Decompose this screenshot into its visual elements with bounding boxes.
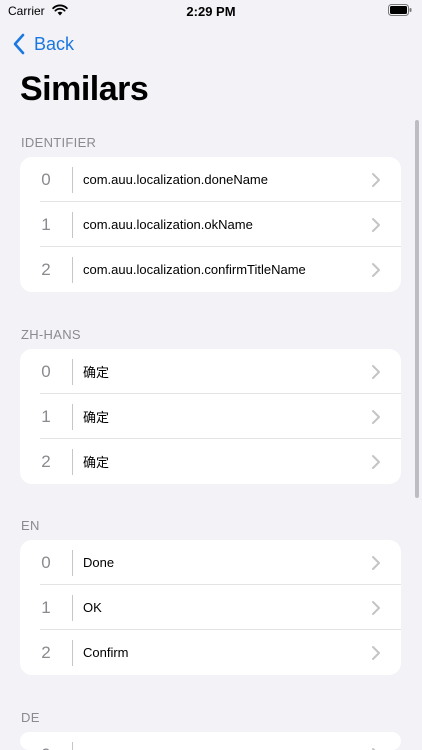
chevron-right-icon [372, 454, 380, 469]
section-header-en: EN [21, 518, 40, 533]
back-label: Back [34, 33, 75, 54]
list-item[interactable]: 0 确定 [20, 349, 401, 394]
row-divider [72, 639, 73, 666]
list-card: 0 Done 1 OK 2 Confirm [20, 540, 401, 675]
list-item[interactable]: 0 Done [20, 540, 401, 585]
status-bar: Carrier 2:29 PM [0, 0, 422, 24]
chevron-right-icon [372, 409, 380, 424]
back-button[interactable]: Back [12, 30, 74, 58]
list-item[interactable]: 1 确定 [20, 394, 401, 439]
row-text: com.auu.localization.doneName [83, 172, 268, 187]
section-header-zh-hans: ZH-HANS [21, 327, 81, 342]
section-header-identifier: IDENTIFIER [21, 135, 97, 150]
row-index: 0 [41, 552, 51, 572]
list-item[interactable]: 0 [20, 732, 401, 750]
battery-icon [388, 4, 412, 16]
list-item[interactable]: 2 com.auu.localization.confirmTitleName [20, 247, 401, 292]
row-index: 0 [41, 361, 51, 381]
row-index: 1 [41, 597, 51, 617]
row-text: 确定 [83, 365, 110, 380]
row-index: 2 [41, 642, 51, 662]
row-index: 2 [41, 259, 51, 279]
row-divider [72, 358, 73, 385]
row-text: Done [83, 555, 115, 570]
row-index: 1 [41, 406, 51, 426]
list-item[interactable]: 2 Confirm [20, 630, 401, 675]
list-item[interactable]: 1 com.auu.localization.okName [20, 202, 401, 247]
row-text: Confirm [83, 645, 129, 660]
row-index: 2 [41, 451, 51, 471]
list-card: 0 com.auu.localization.doneName 1 com.au… [20, 157, 401, 292]
row-text: OK [83, 600, 102, 615]
chevron-right-icon [372, 600, 380, 615]
row-divider [72, 256, 73, 283]
back-chevron-icon [13, 33, 25, 55]
chevron-right-icon [372, 217, 380, 232]
row-divider [72, 549, 73, 576]
section-header-de: DE [21, 710, 40, 725]
row-text: 确定 [83, 410, 110, 425]
chevron-right-icon [372, 364, 380, 379]
chevron-right-icon [372, 747, 376, 750]
row-index: 1 [41, 214, 51, 234]
list-item[interactable]: 2 确定 [20, 439, 401, 484]
row-text: com.auu.localization.okName [83, 217, 253, 232]
row-index: 0 [41, 169, 51, 189]
page-title: Similars [20, 70, 149, 108]
row-index: 0 [20, 745, 72, 750]
list-item[interactable]: 1 OK [20, 585, 401, 630]
row-divider [72, 166, 73, 193]
row-divider [72, 448, 73, 475]
row-text: com.auu.localization.confirmTitleName [83, 262, 306, 277]
row-text: 确定 [83, 455, 110, 470]
list-card: 0 确定 1 确定 2 确定 [20, 349, 401, 484]
list-card: 0 [20, 732, 401, 750]
chevron-right-icon [372, 262, 380, 277]
status-time: 2:29 PM [186, 4, 236, 19]
chevron-right-icon [372, 555, 380, 570]
row-divider [72, 741, 73, 750]
row-divider [72, 211, 73, 238]
row-divider [72, 403, 73, 430]
list-item[interactable]: 0 com.auu.localization.doneName [20, 157, 401, 202]
chevron-right-icon [372, 645, 380, 660]
row-divider [72, 594, 73, 621]
scroll-indicator[interactable] [415, 120, 419, 498]
chevron-right-icon [372, 172, 380, 187]
